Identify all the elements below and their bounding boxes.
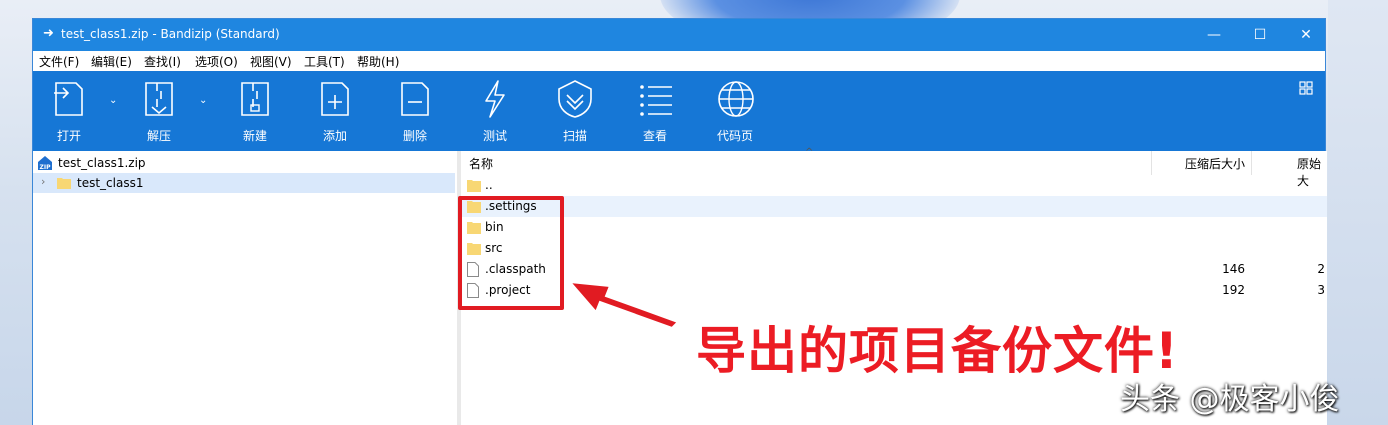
original-size-value: 2 bbox=[1317, 262, 1325, 276]
codepage-button[interactable]: 代码页 bbox=[705, 71, 765, 151]
menu-edit[interactable]: 编辑(E) bbox=[91, 53, 132, 70]
sort-ascending-icon: ^ bbox=[805, 147, 814, 158]
column-header-compressed-size[interactable]: 压缩后大小 bbox=[1185, 155, 1245, 172]
new-archive-icon bbox=[241, 82, 269, 116]
globe-icon bbox=[718, 81, 754, 117]
annotation-text: 导出的项目备份文件! bbox=[696, 322, 1179, 380]
menu-view[interactable]: 视图(V) bbox=[250, 53, 292, 70]
menu-options[interactable]: 选项(O) bbox=[195, 53, 238, 70]
svg-text:ZIP: ZIP bbox=[40, 164, 52, 171]
folder-icon bbox=[467, 180, 481, 192]
column-separator[interactable] bbox=[1151, 151, 1152, 175]
list-item[interactable]: .. bbox=[461, 175, 1327, 196]
open-dropdown-chevron-icon[interactable]: ⌄ bbox=[109, 95, 117, 106]
extract-button[interactable]: 解压 bbox=[129, 71, 189, 151]
maximize-button[interactable]: ☐ bbox=[1237, 19, 1283, 51]
folder-tree-pane: ZIP test_class1.zip › test_class1 bbox=[33, 151, 461, 425]
folder-icon bbox=[57, 178, 71, 189]
list-item[interactable]: .settings bbox=[461, 196, 1327, 217]
title-bar: ➜ test_class1.zip - Bandizip (Standard) … bbox=[33, 19, 1325, 51]
menu-tools[interactable]: 工具(T) bbox=[304, 53, 345, 70]
view-button[interactable]: 查看 bbox=[625, 71, 685, 151]
compressed-size-value: 192 bbox=[1222, 283, 1245, 297]
bandizip-app-icon: ➜ bbox=[43, 26, 54, 41]
red-highlight-box bbox=[458, 196, 564, 310]
extract-dropdown-chevron-icon[interactable]: ⌄ bbox=[199, 95, 207, 106]
open-button[interactable]: 打开 bbox=[39, 71, 99, 151]
menu-bar: 文件(F) 编辑(E) 查找(I) 选项(O) 视图(V) 工具(T) 帮助(H… bbox=[33, 51, 1325, 71]
new-archive-button[interactable]: 新建 bbox=[225, 71, 285, 151]
list-view-icon bbox=[640, 85, 672, 116]
layout-toggle-icon[interactable] bbox=[1299, 81, 1313, 95]
delete-button[interactable]: 删除 bbox=[385, 71, 445, 151]
wallpaper-edge bbox=[1328, 0, 1388, 425]
tree-item-test-class1[interactable]: › test_class1 bbox=[33, 173, 455, 193]
add-button[interactable]: 添加 bbox=[305, 71, 365, 151]
zip-archive-icon: ZIP bbox=[38, 156, 52, 171]
lightning-icon bbox=[485, 80, 505, 118]
tree-root-label: test_class1.zip bbox=[58, 156, 146, 170]
close-button[interactable]: ✕ bbox=[1283, 19, 1329, 51]
tree-child-label: test_class1 bbox=[77, 176, 144, 190]
menu-find[interactable]: 查找(I) bbox=[144, 53, 181, 70]
scan-button[interactable]: 扫描 bbox=[545, 71, 605, 151]
extract-icon bbox=[145, 82, 173, 116]
window-title: test_class1.zip - Bandizip (Standard) bbox=[61, 27, 280, 41]
original-size-value: 3 bbox=[1317, 283, 1325, 297]
red-arrow-icon bbox=[567, 280, 680, 330]
menu-file[interactable]: 文件(F) bbox=[39, 53, 79, 70]
open-icon bbox=[54, 82, 83, 116]
test-button[interactable]: 测试 bbox=[465, 71, 525, 151]
shield-icon bbox=[558, 80, 592, 118]
watermark-text: 头条 @极客小俊 bbox=[1120, 382, 1340, 417]
menu-help[interactable]: 帮助(H) bbox=[357, 53, 399, 70]
compressed-size-value: 146 bbox=[1222, 262, 1245, 276]
delete-file-icon bbox=[401, 82, 429, 116]
minimize-button[interactable]: — bbox=[1191, 19, 1237, 51]
list-item[interactable]: bin bbox=[461, 217, 1327, 238]
expand-chevron-icon[interactable]: › bbox=[41, 175, 45, 188]
column-separator[interactable] bbox=[1251, 151, 1252, 175]
list-item[interactable]: src bbox=[461, 238, 1327, 259]
toolbar: 打开 ⌄ 解压 ⌄ 新建 添加 删除 测试 扫描 查看 代码页 bbox=[33, 71, 1325, 151]
add-file-icon bbox=[321, 82, 349, 116]
column-header-name[interactable]: 名称 bbox=[469, 155, 493, 172]
